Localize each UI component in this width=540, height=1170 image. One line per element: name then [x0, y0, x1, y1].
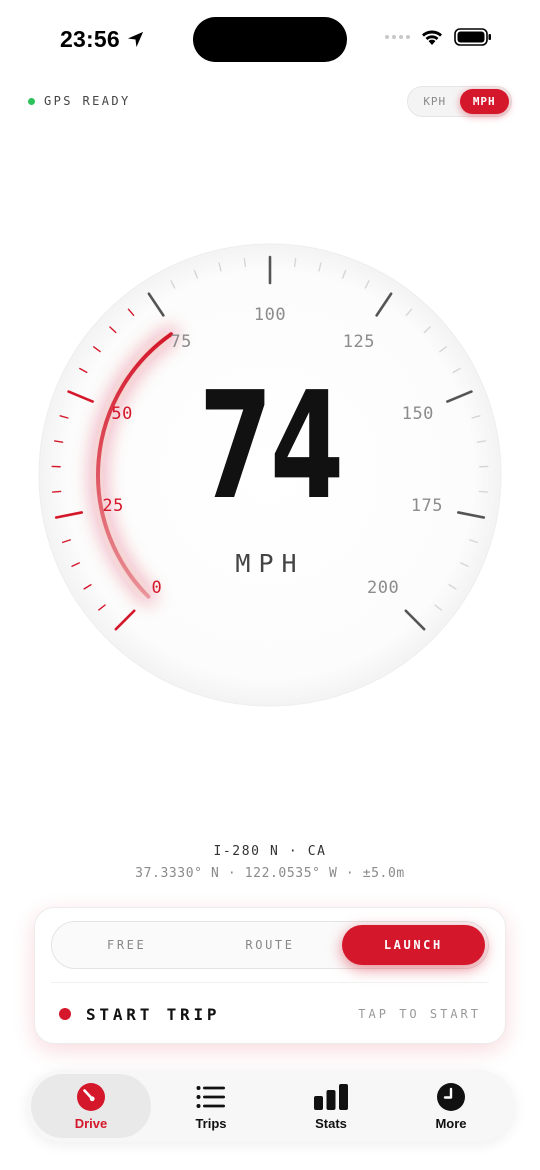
mode-route-button[interactable]: ROUTE: [198, 925, 341, 965]
list-icon: [193, 1082, 229, 1112]
gauge-tick-label: 200: [367, 578, 399, 598]
battery-icon: [454, 28, 491, 46]
tab-stats[interactable]: Stats: [271, 1074, 391, 1138]
card-divider: [51, 982, 489, 983]
unit-kph-button[interactable]: KPH: [410, 89, 460, 114]
tab-trips-label: Trips: [195, 1115, 227, 1131]
tab-stats-label: Stats: [315, 1115, 347, 1131]
gauge-minor-tick: [243, 257, 247, 268]
dynamic-island: [193, 17, 347, 62]
gauge-minor-tick: [478, 490, 489, 493]
gauge-minor-tick: [51, 490, 62, 493]
signal-icon: [385, 35, 410, 39]
mode-launch-button[interactable]: LAUNCH: [341, 925, 485, 965]
tab-drive[interactable]: Drive: [31, 1074, 151, 1138]
status-time: 23:56: [60, 26, 145, 53]
clock-icon: [433, 1082, 469, 1112]
speed-readout: 74: [198, 360, 344, 532]
start-trip-label: START TRIP: [86, 1004, 221, 1024]
gps-status-label: GPS READY: [44, 94, 131, 108]
status-icons: [385, 28, 492, 46]
gauge-tick-label: 75: [170, 332, 191, 352]
tab-trips[interactable]: Trips: [151, 1074, 271, 1138]
bar-chart-icon: [313, 1082, 349, 1112]
time-label: 23:56: [60, 26, 120, 52]
trip-card: FREE ROUTE LAUNCH START TRIP TAP TO STAR…: [34, 907, 506, 1044]
gps-coordinates: 37.3330° N · 122.0535° W · ±5.0m: [135, 866, 405, 881]
tab-more-label: More: [435, 1115, 467, 1131]
mode-free-button[interactable]: FREE: [55, 925, 198, 965]
start-trip-button[interactable]: START TRIP TAP TO START: [59, 1003, 481, 1025]
gauge-tick-label: 125: [343, 332, 375, 352]
tab-bar: Drive Trips Stats More: [27, 1070, 515, 1142]
gauge-minor-tick: [293, 257, 297, 268]
gps-indicator-dot: [28, 97, 35, 105]
tab-more[interactable]: More: [391, 1074, 511, 1138]
speedometer-icon: [73, 1082, 109, 1112]
gauge-tick-label: 0: [151, 578, 162, 598]
record-dot-icon: [59, 1008, 71, 1020]
unit-toggle[interactable]: KPH MPH: [407, 86, 512, 117]
mode-selector: FREE ROUTE LAUNCH: [51, 921, 489, 969]
location-arrow-icon: [127, 31, 143, 48]
speed-unit-label: MPH: [235, 549, 305, 578]
unit-mph-button[interactable]: MPH: [459, 89, 509, 114]
wifi-icon: [422, 30, 442, 45]
road-name: I-280 N · CA: [213, 844, 327, 859]
start-trip-hint: TAP TO START: [358, 1007, 481, 1021]
gauge-tick-label: 100: [254, 305, 286, 325]
gps-status: GPS READY: [28, 94, 131, 108]
tab-drive-label: Drive: [74, 1115, 108, 1131]
